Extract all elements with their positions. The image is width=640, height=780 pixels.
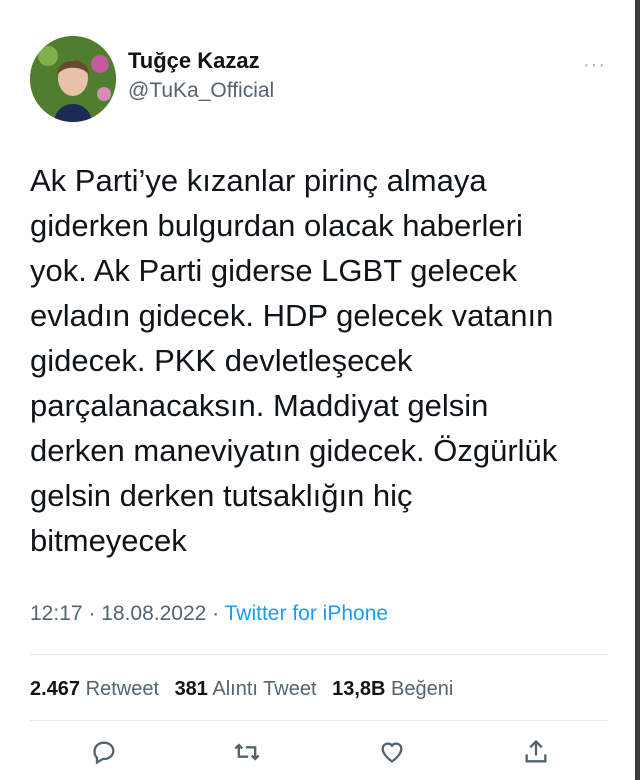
tweet-meta: 12:17 · 18.08.2022 · Twitter for iPhone: [30, 602, 388, 626]
tweet-header: Tuğçe Kazaz @TuKa_Official ···: [30, 36, 610, 122]
avatar-image: [30, 36, 116, 122]
divider: [30, 720, 608, 721]
share-icon[interactable]: [522, 738, 552, 768]
retweet-icon[interactable]: [233, 738, 263, 768]
scrollbar-edge: [635, 0, 640, 780]
tweet-card: Tuğçe Kazaz @TuKa_Official ··· Ak Parti’…: [30, 0, 610, 780]
divider: [30, 654, 608, 655]
author-handle[interactable]: @TuKa_Official: [128, 78, 274, 104]
retweet-stat[interactable]: 2.467 Retweet: [30, 678, 159, 700]
retweet-label: Retweet: [85, 678, 159, 700]
like-label: Beğeni: [391, 678, 454, 700]
more-options-icon[interactable]: ···: [583, 54, 606, 77]
tweet-date[interactable]: 18.08.2022: [101, 602, 206, 625]
tweet-stats: 2.467 Retweet 381 Alıntı Tweet 13,8B Beğ…: [30, 678, 463, 701]
like-icon[interactable]: [378, 738, 408, 768]
like-count: 13,8B: [332, 678, 386, 700]
like-stat[interactable]: 13,8B Beğeni: [332, 678, 453, 700]
tweet-text: Ak Parti’ye kızanlar pirinç almaya gider…: [30, 163, 558, 558]
tweet-source-link[interactable]: Twitter for iPhone: [225, 602, 388, 625]
tweet-time[interactable]: 12:17: [30, 602, 83, 625]
author-display-name[interactable]: Tuğçe Kazaz: [128, 48, 274, 74]
meta-separator: ·: [82, 602, 102, 625]
quote-stat[interactable]: 381 Alıntı Tweet: [175, 678, 317, 700]
retweet-count: 2.467: [30, 678, 81, 700]
avatar[interactable]: [30, 36, 116, 122]
quote-label: Alıntı Tweet: [212, 678, 317, 700]
quote-count: 381: [174, 678, 208, 700]
action-bar: [30, 738, 608, 770]
reply-icon[interactable]: [90, 738, 120, 768]
meta-separator: ·: [206, 602, 225, 625]
